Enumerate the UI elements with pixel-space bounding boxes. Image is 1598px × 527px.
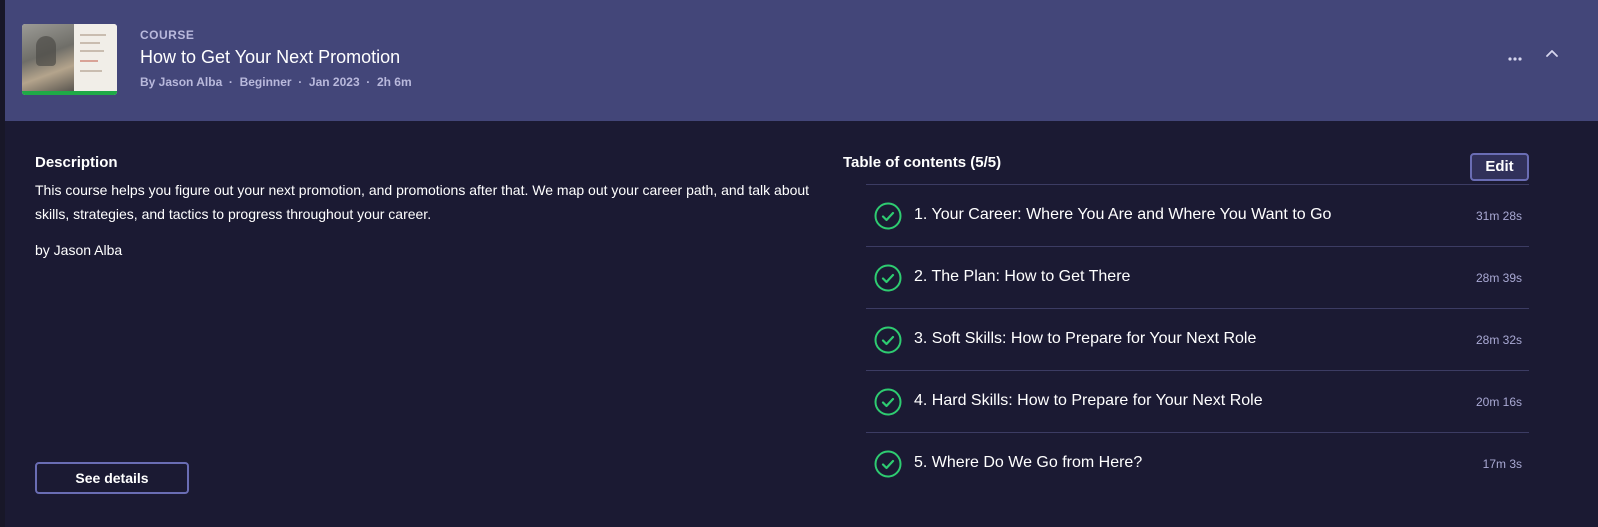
thumbnail-slide [74, 24, 117, 91]
chevron-up-icon [1546, 50, 1558, 57]
check-circle-icon [874, 264, 902, 292]
check-circle-icon [874, 326, 902, 354]
content-type-label: COURSE [140, 28, 195, 42]
toc-item-title: 4. Hard Skills: How to Prepare for Your … [914, 392, 1263, 409]
more-options-button[interactable] [1503, 46, 1527, 70]
toc-heading: Table of contents (5/5) [843, 154, 1002, 171]
toc-item-title: 2. The Plan: How to Get There [914, 268, 1131, 285]
toc-item-duration: 28m 32s [1475, 333, 1522, 347]
toc-item[interactable]: 4. Hard Skills: How to Prepare for Your … [866, 371, 1529, 433]
edit-button[interactable]: Edit [1470, 153, 1529, 181]
toc-item[interactable]: 3. Soft Skills: How to Prepare for Your … [866, 309, 1529, 371]
course-header: COURSE How to Get Your Next Promotion By… [5, 0, 1598, 121]
more-horizontal-icon [1508, 57, 1522, 61]
toc-item[interactable]: 5. Where Do We Go from Here? 17m 3s [866, 433, 1529, 495]
thumbnail-photo [22, 24, 74, 91]
course-title[interactable]: How to Get Your Next Promotion [140, 47, 400, 68]
toc-item[interactable]: 2. The Plan: How to Get There 28m 39s [866, 247, 1529, 309]
toc-item-duration: 17m 3s [1482, 457, 1522, 471]
toc-item-title: 5. Where Do We Go from Here? [914, 454, 1143, 471]
toc-item-duration: 31m 28s [1475, 209, 1522, 223]
check-circle-icon [874, 450, 902, 478]
toc-item[interactable]: 1. Your Career: Where You Are and Where … [866, 185, 1529, 247]
check-circle-icon [874, 388, 902, 416]
toc-item-duration: 28m 39s [1475, 271, 1522, 285]
toc-item-title: 3. Soft Skills: How to Prepare for Your … [914, 330, 1257, 347]
course-meta: By Jason Alba · Beginner · Jan 2023 · 2h… [140, 75, 412, 89]
see-details-button[interactable]: See details [35, 462, 189, 494]
collapse-button[interactable] [1542, 44, 1562, 64]
description-text: This course helps you figure out your ne… [35, 182, 810, 222]
check-circle-icon [874, 202, 902, 230]
thumbnail-progress-bar [22, 91, 117, 95]
course-thumbnail[interactable] [22, 24, 117, 95]
toc-list: 1. Your Career: Where You Are and Where … [866, 184, 1529, 495]
toc-item-title: 1. Your Career: Where You Are and Where … [914, 206, 1332, 223]
author-byline: by Jason Alba [35, 242, 123, 258]
toc-item-duration: 20m 16s [1475, 395, 1522, 409]
description-heading: Description [35, 154, 118, 171]
